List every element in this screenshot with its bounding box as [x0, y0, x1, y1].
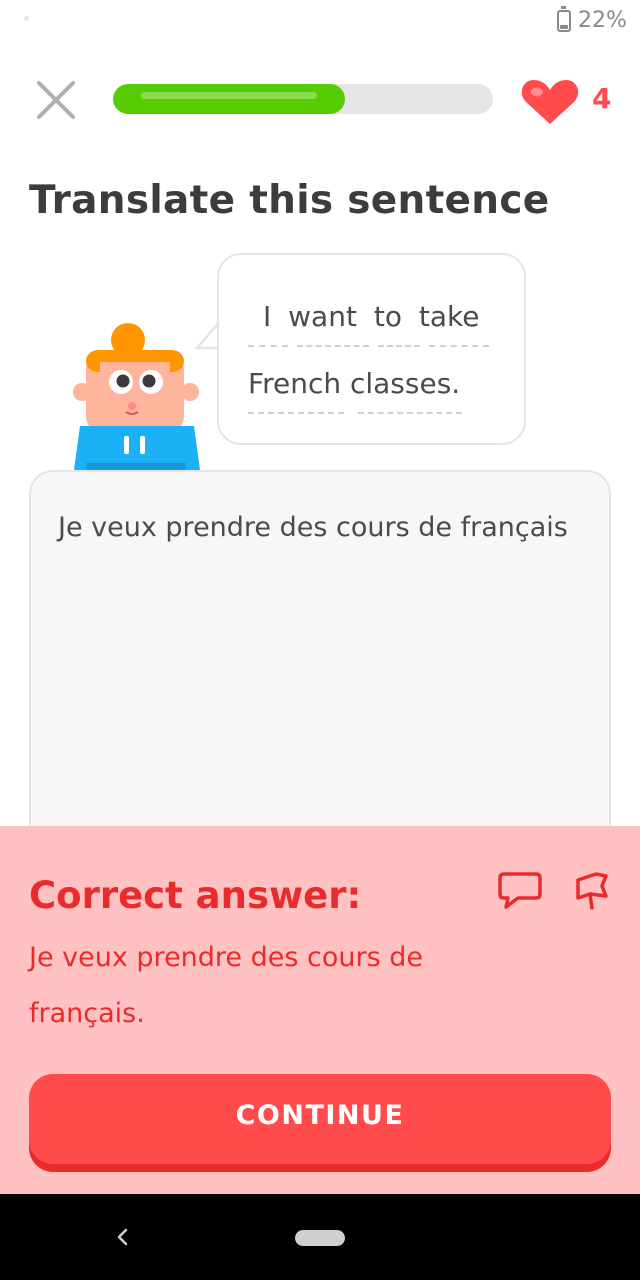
- home-pill[interactable]: [295, 1230, 345, 1246]
- answer-text: Je veux prendre des cours de français: [58, 512, 568, 543]
- word-underline: [358, 412, 462, 414]
- battery-percent: 22%: [578, 8, 627, 33]
- status-bar: 22%: [0, 0, 640, 44]
- comment-icon[interactable]: [496, 870, 544, 912]
- battery-icon: [557, 6, 571, 32]
- word-underline: [248, 412, 344, 414]
- correct-answer-text: Je veux prendre des cours de français.: [29, 942, 424, 1029]
- prompt-sentence-line-2[interactable]: French classes.: [248, 367, 460, 400]
- heart-icon: [521, 80, 579, 124]
- continue-button[interactable]: CONTINUE: [29, 1074, 611, 1164]
- character-illustration: [73, 323, 200, 470]
- continue-button-label: CONTINUE: [235, 1100, 405, 1131]
- lesson-progress-fill: [113, 84, 345, 114]
- back-icon[interactable]: [108, 1220, 138, 1254]
- notification-dot: [24, 16, 29, 21]
- hearts-count: 4: [592, 82, 612, 115]
- word-underline: [248, 345, 288, 347]
- close-icon[interactable]: [32, 76, 80, 124]
- lesson-progress-bar: [113, 84, 493, 114]
- feedback-panel: Correct answer: Je veux prendre des cour…: [0, 826, 640, 1194]
- system-nav-bar: [0, 1194, 640, 1280]
- word-underline: [378, 345, 420, 347]
- word-underline: [429, 345, 489, 347]
- prompt-sentence-line-1[interactable]: I want to take: [263, 300, 479, 333]
- speech-bubble: I want to take French classes.: [217, 253, 526, 445]
- word-underline: [297, 345, 369, 347]
- feedback-title: Correct answer:: [29, 874, 362, 917]
- progress-shine: [141, 92, 317, 99]
- page-title: Translate this sentence: [29, 178, 550, 223]
- battery-level: [560, 25, 568, 29]
- flag-icon[interactable]: [568, 870, 612, 912]
